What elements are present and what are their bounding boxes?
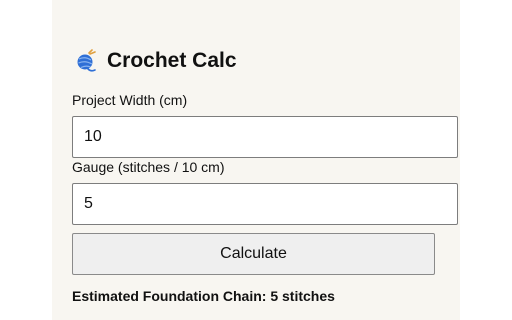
calculator-panel: Crochet Calc Project Width (cm) Gauge (s… [52, 0, 460, 320]
gauge-label: Gauge (stitches / 10 cm) [72, 159, 225, 175]
project-width-input[interactable] [72, 116, 458, 158]
result-text: Estimated Foundation Chain: 5 stitches [72, 288, 335, 304]
project-width-label: Project Width (cm) [72, 92, 188, 108]
calculate-button[interactable]: Calculate [72, 233, 435, 275]
app-title: Crochet Calc [107, 49, 237, 72]
gauge-input[interactable] [72, 183, 458, 225]
header: Crochet Calc [74, 47, 237, 75]
yarn-ball-icon [74, 49, 98, 73]
